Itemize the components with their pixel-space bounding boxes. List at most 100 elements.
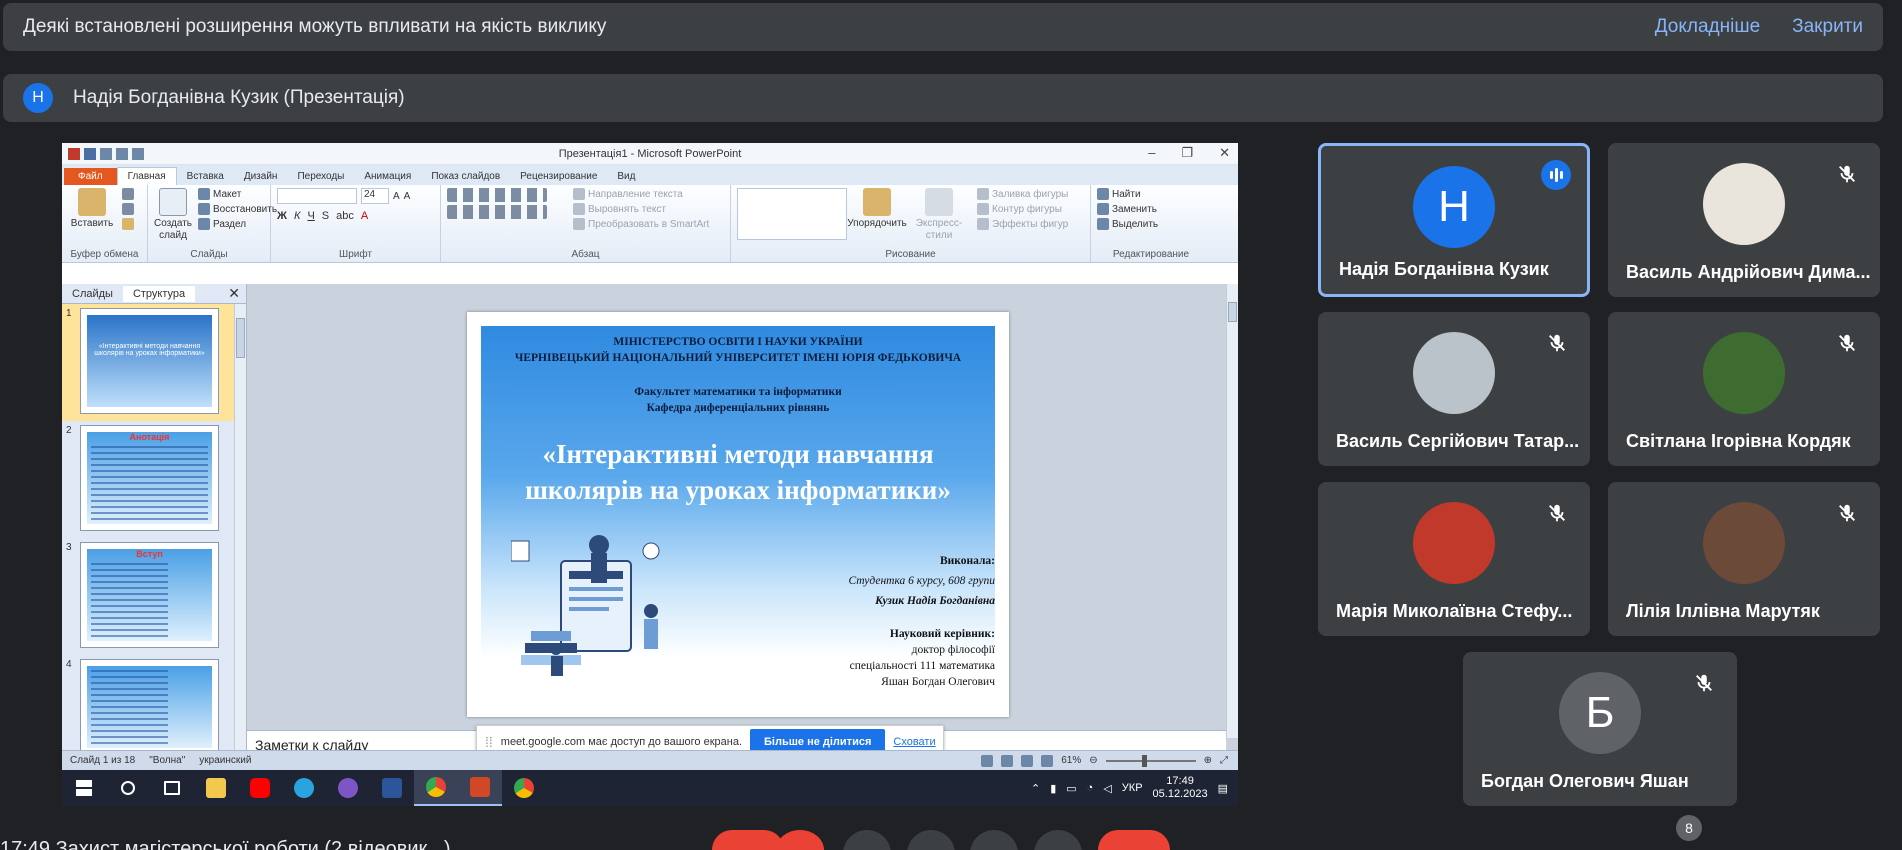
restore-icon[interactable]: ❐ [1181,145,1193,161]
italic-icon[interactable]: К [294,210,300,222]
hide-link[interactable]: Сховати [893,736,935,748]
raise-hand-button[interactable] [970,830,1018,850]
find-button[interactable]: Найти [1097,188,1205,200]
paste-button[interactable]: Вставить [68,188,116,249]
chrome-taskbar-button-2[interactable] [502,770,546,806]
underline-icon[interactable]: Ч [307,210,314,222]
layout-button[interactable]: Макет [198,188,277,200]
arrange-button[interactable]: Упорядочить [847,188,907,249]
section-button[interactable]: Раздел [198,218,277,230]
tab-design[interactable]: Дизайн [234,168,288,185]
notifications-icon[interactable]: ▤ [1218,782,1228,795]
participant-tile[interactable]: Марія Миколаївна Стефу... [1318,482,1590,636]
participant-tile[interactable]: Василь Андрійович Дима... [1608,143,1880,297]
current-slide[interactable]: МІНІСТЕРСТВО ОСВІТИ І НАУКИ УКРАЇНИ ЧЕРН… [467,312,1009,717]
slide-thumbnail[interactable]: 2 Анотація [62,421,246,538]
youtube-taskbar-button[interactable] [238,770,282,806]
copy-icon[interactable] [122,203,134,215]
format-painter-icon[interactable] [122,218,134,230]
tab-transitions[interactable]: Переходы [287,168,354,185]
sorter-view-icon[interactable] [1001,754,1014,767]
tab-slides[interactable]: Слайды [62,286,123,302]
slide-thumbnail[interactable]: 1 «Інтерактивні методи навчання школярів… [62,304,246,421]
tab-insert[interactable]: Вставка [177,168,234,185]
smartart-button[interactable]: Преобразовать в SmartArt [573,218,709,230]
editor-scrollbar[interactable] [1226,284,1238,738]
font-color-icon[interactable]: A [361,210,368,222]
select-button[interactable]: Выделить [1097,218,1205,230]
new-slide-button[interactable]: Создать слайд [154,188,192,249]
fit-to-window-icon[interactable]: ⤢ [1220,755,1228,766]
slide-thumbnail[interactable]: 3 Вступ [62,538,246,655]
leave-call-button[interactable] [1098,830,1170,850]
word-taskbar-button[interactable] [370,770,414,806]
volume-icon[interactable]: ◁ [1103,782,1111,795]
replace-button[interactable]: Заменить [1097,203,1205,215]
align-text-button[interactable]: Выровнять текст [573,203,709,215]
zoom-slider[interactable] [1105,754,1196,767]
powerpoint-taskbar-button[interactable] [458,770,502,806]
explorer-taskbar-button[interactable] [194,770,238,806]
zoom-level[interactable]: 61% [1061,755,1081,766]
shape-effects-button[interactable]: Эффекты фигур [977,218,1068,230]
participant-tile[interactable]: Н Надія Богданівна Кузик [1318,143,1590,297]
zoom-out-icon[interactable]: ⊖ [1089,755,1097,766]
camera-toggle-button[interactable] [776,830,824,850]
tab-home[interactable]: Главная [116,167,177,185]
participant-tile[interactable]: Лілія Іллівна Марутяк [1608,482,1880,636]
tab-outline[interactable]: Структура [122,285,196,302]
strikethrough-icon[interactable]: abc [336,210,354,222]
shapes-gallery[interactable] [737,188,847,240]
font-name-input[interactable] [277,188,357,204]
mic-toggle-button[interactable] [712,830,784,850]
captions-button[interactable] [843,830,891,850]
tab-review[interactable]: Рецензирование [510,168,607,185]
text-direction-button[interactable]: Направление текста [573,188,709,200]
bold-icon[interactable]: Ж [277,210,287,222]
participant-tile[interactable]: Василь Сергійович Татар... [1318,312,1590,466]
tab-file[interactable]: Файл [64,168,117,185]
participant-tile[interactable]: Б Богдан Олегович Яшан [1463,652,1737,806]
present-button[interactable] [907,830,955,850]
grow-font-icon[interactable]: A [393,191,400,202]
font-size-input[interactable]: 24 [361,188,389,204]
normal-view-icon[interactable] [981,754,994,767]
participant-tile[interactable]: Світлана Ігорівна Кордяк [1608,312,1880,466]
slideshow-view-icon[interactable] [1041,754,1054,767]
shrink-font-icon[interactable]: A [404,191,411,202]
search-button[interactable] [106,770,150,806]
close-icon[interactable]: ✕ [1219,145,1230,161]
close-pane-icon[interactable]: ✕ [228,285,240,302]
drag-handle-icon[interactable]: ⁞⁞ [485,734,493,750]
viber-taskbar-button[interactable] [326,770,370,806]
battery-icon[interactable]: ▭ [1066,782,1076,795]
quick-styles-button[interactable]: Экспресс-стили [907,188,971,249]
shape-fill-button[interactable]: Заливка фигуры [977,188,1068,200]
reading-view-icon[interactable] [1021,754,1034,767]
align-buttons[interactable] [447,205,547,219]
thumbnails-scrollbar[interactable] [234,304,246,758]
close-banner-link[interactable]: Закрити [1792,16,1863,38]
list-buttons[interactable] [447,188,547,202]
shape-outline-button[interactable]: Контур фигуры [977,203,1068,215]
zoom-in-icon[interactable]: ⊕ [1204,755,1212,766]
network-icon[interactable]: ◔ [1087,782,1094,794]
slide-thumbnail[interactable]: 4 [62,655,246,755]
microphone-icon[interactable]: ▮ [1050,782,1056,795]
input-language[interactable]: УКР [1122,782,1143,794]
chrome-taskbar-button[interactable] [414,770,458,806]
taskbar-clock[interactable]: 17:49 05.12.2023 [1153,775,1208,801]
tab-animation[interactable]: Анимация [354,168,421,185]
tab-view[interactable]: Вид [607,168,645,185]
more-options-button[interactable] [1034,830,1082,850]
tray-chevron-icon[interactable]: ⌃ [1031,782,1040,795]
cut-icon[interactable] [122,188,134,200]
minimize-icon[interactable]: – [1148,145,1155,161]
language-status[interactable]: украинский [199,755,251,766]
task-view-button[interactable] [150,770,194,806]
shadow-icon[interactable]: S [322,210,329,222]
reset-button[interactable]: Восстановить [198,203,277,215]
telegram-taskbar-button[interactable] [282,770,326,806]
start-button[interactable] [62,770,106,806]
tab-slideshow[interactable]: Показ слайдов [421,168,510,185]
